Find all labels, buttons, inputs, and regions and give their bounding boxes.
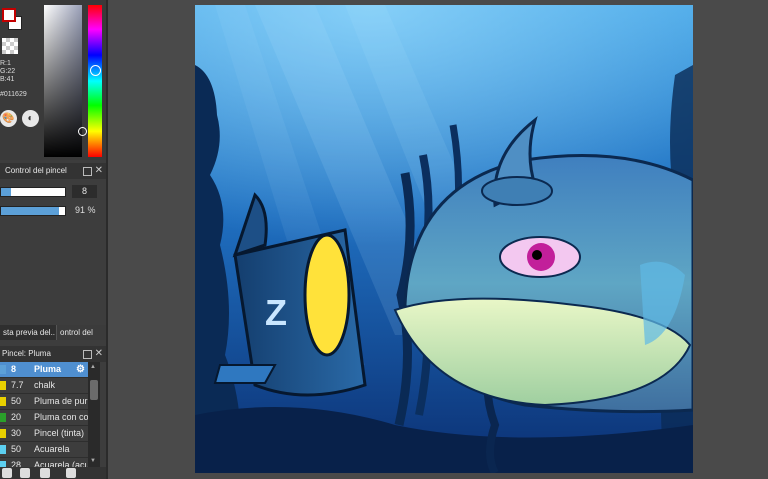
hue-slider[interactable] <box>88 5 102 157</box>
brush-name-label: Pluma de pur <box>34 396 88 406</box>
brush-control-title: Control del pincel <box>5 166 67 175</box>
brush-item[interactable]: 50 Pluma de pur <box>0 394 88 410</box>
brush-color-swatch <box>0 381 6 390</box>
brush-item[interactable]: 20 Pluma con co <box>0 410 89 426</box>
color-panel: R:1 G:22 B:41 #011629 🎨 ◐ <box>0 0 106 160</box>
brush-list-scrollbar[interactable]: ▲ ▼ <box>88 362 100 467</box>
sv-cursor[interactable] <box>78 127 87 136</box>
scroll-up-icon[interactable]: ▲ <box>90 364 96 370</box>
brush-panel-header: Pincel: Pluma ✕ <box>0 346 106 362</box>
brush-settings-icon[interactable] <box>2 468 12 478</box>
brush-menu-icon[interactable] <box>40 468 50 478</box>
hue-cursor[interactable] <box>90 65 101 76</box>
brush-size-label: 20 <box>11 412 22 422</box>
svg-text:Z: Z <box>265 292 287 333</box>
brush-item[interactable]: 30 Pincel (tinta) <box>0 426 88 442</box>
brush-color-swatch <box>0 445 6 454</box>
brush-item[interactable]: 8 Pluma ⚙ <box>0 362 88 378</box>
canvas-artwork[interactable]: Z <box>195 5 693 473</box>
brush-color-swatch <box>0 413 6 422</box>
brush-panel-toolbar <box>0 467 106 479</box>
brush-name-label: Pincel (tinta) <box>34 428 85 438</box>
close-icon[interactable]: ✕ <box>95 163 103 179</box>
transparent-color-swatch[interactable] <box>2 38 18 54</box>
scroll-down-icon[interactable]: ▼ <box>90 458 96 464</box>
brush-size-label: 7.7 <box>11 380 24 390</box>
rgb-r-value: R:1 <box>0 60 11 67</box>
palette-icon[interactable]: 🎨 <box>0 110 17 127</box>
brush-list: 8 Pluma ⚙ 7.7 chalk 50 Pluma de pur 20 Pluma con… <box>0 362 90 474</box>
brush-name-label: chalk <box>34 380 56 390</box>
brush-color-swatch <box>0 429 6 438</box>
float-panel-icon[interactable] <box>83 350 92 359</box>
new-brush-icon[interactable] <box>20 468 30 478</box>
saturation-value-picker[interactable] <box>44 5 82 157</box>
color-picker-icon[interactable]: ◐ <box>22 110 39 127</box>
rgb-g-value: G:22 <box>0 68 16 75</box>
opacity-value: 91 % <box>75 205 96 215</box>
close-icon[interactable]: ✕ <box>95 346 103 362</box>
delete-brush-icon[interactable] <box>66 468 76 478</box>
brush-size-fill <box>1 188 11 196</box>
scroll-thumb[interactable] <box>90 380 98 400</box>
gear-icon[interactable]: ⚙ <box>76 362 85 377</box>
brush-name-label: Acuarela <box>34 444 70 454</box>
brush-size-label: 30 <box>11 428 22 438</box>
brush-name-label: Pluma <box>34 364 62 374</box>
brush-color-swatch <box>0 397 6 406</box>
brush-size-value[interactable]: 8 <box>72 185 97 198</box>
hex-value: #011629 <box>0 91 27 98</box>
brush-panel-title: Pincel: Pluma <box>2 349 51 358</box>
primary-color-swatch[interactable] <box>2 8 16 22</box>
opacity-fill <box>1 207 60 215</box>
brush-size-label: 8 <box>11 364 17 374</box>
rgb-readout: R:1 G:22 B:41 <box>0 60 15 84</box>
brush-name-label: Pluma con co <box>34 412 89 422</box>
tab-preview[interactable]: sta previa del.. <box>0 325 56 340</box>
brush-size-label: 50 <box>11 444 22 454</box>
brush-size-slider[interactable] <box>0 187 66 197</box>
brush-color-swatch <box>0 365 6 374</box>
brush-control-header: Control del pincel ✕ <box>0 163 106 179</box>
brush-item[interactable]: 7.7 chalk <box>0 378 88 394</box>
panel-tabs: sta previa del.. ontrol del <box>0 325 106 340</box>
left-tool-panel: R:1 G:22 B:41 #011629 🎨 ◐ Control del pi… <box>0 0 106 479</box>
rgb-b-value: B:41 <box>0 76 15 83</box>
brush-item[interactable]: 50 Acuarela <box>0 442 88 458</box>
opacity-slider[interactable] <box>0 206 66 216</box>
float-panel-icon[interactable] <box>83 167 92 176</box>
tab-brush-control[interactable]: ontrol del <box>56 325 106 340</box>
brush-size-label: 50 <box>11 396 22 406</box>
